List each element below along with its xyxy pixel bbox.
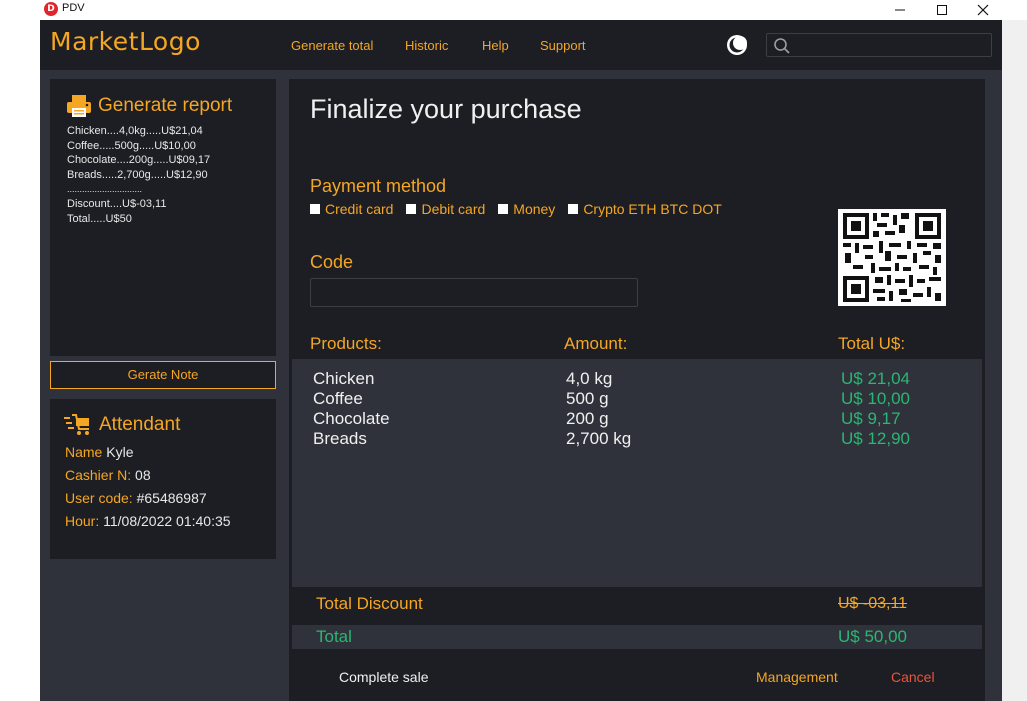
checkbox[interactable]: [310, 204, 320, 214]
payment-option-label: Credit card: [325, 201, 394, 217]
report-line: Total.....U$50: [67, 212, 132, 225]
attendant-hour-label: Hour:: [65, 513, 100, 529]
attendant-panel: Attendant Name Kyle Cashier N: 08 User c…: [50, 399, 276, 559]
attendant-hour: Hour: 11/08/2022 01:40:35: [65, 513, 231, 529]
qr-code-icon: [838, 209, 946, 306]
discount-value: U$ -03,11: [838, 595, 908, 612]
total-row: Total U$ 50,00: [292, 625, 982, 649]
total-header: Total U$:: [838, 334, 906, 353]
product-name: Chicken: [313, 369, 375, 388]
products-header: Products:: [310, 334, 382, 353]
product-total: U$ 10,00: [841, 389, 910, 408]
checkbox[interactable]: [498, 204, 509, 214]
checkbox[interactable]: [406, 204, 417, 214]
report-line: Chicken....4,0kg.....U$21,04: [67, 125, 203, 137]
gerate-note-button[interactable]: Gerate Note: [50, 361, 276, 389]
maximize-icon: [937, 5, 947, 15]
minimize-button[interactable]: [880, 0, 920, 20]
nav-help[interactable]: Help: [482, 38, 509, 53]
attendant-cashier-label: Cashier N:: [65, 467, 132, 483]
product-amount: 4,0 kg: [566, 369, 613, 388]
attendant-name: Name Kyle: [65, 444, 133, 460]
moon-icon[interactable]: [725, 33, 749, 57]
payment-option-label: Money: [513, 201, 556, 217]
report-line: Chocolate....200g.....U$09,17: [67, 154, 211, 167]
app-icon: D: [44, 2, 58, 16]
page-title: Finalize your purchase: [310, 94, 582, 124]
printer-icon: [67, 95, 91, 117]
attendant-name-value: Kyle: [106, 444, 134, 460]
product-names: Chicken Coffee Chocolate Breads: [313, 369, 390, 449]
code-input[interactable]: [310, 278, 638, 307]
product-total: U$ 12,90: [841, 429, 910, 448]
attendant-user-code-value: #65486987: [136, 490, 207, 506]
window-title: PDV: [62, 2, 85, 14]
product-amount: 2,700 kg: [566, 429, 632, 448]
payment-options: Credit card Debit card Money Crypto ETH …: [310, 201, 722, 217]
product-amounts: 4,0 kg 500 g 200 g 2,700 kg: [566, 369, 631, 449]
attendant-user-code: User code: #65486987: [65, 490, 207, 506]
management-button[interactable]: Management: [756, 669, 838, 685]
report-title: Generate report: [98, 95, 233, 116]
attendant-title: Attendant: [99, 414, 181, 435]
report-lines: Chicken....4,0kg.....U$21,04 Coffee.....…: [67, 124, 210, 226]
search-icon: [774, 38, 790, 54]
total-label: Total: [316, 627, 352, 646]
title-bar: D PDV: [0, 0, 1027, 20]
attendant-hour-value: 11/08/2022 01:40:35: [103, 513, 231, 529]
market-logo[interactable]: MarketLogo: [50, 27, 201, 56]
purchase-panel: Finalize your purchase Payment method Cr…: [289, 79, 985, 701]
products-list: Chicken Coffee Chocolate Breads 4,0 kg 5…: [292, 359, 982, 587]
nav-support[interactable]: Support: [540, 38, 586, 53]
payment-option-money[interactable]: Money: [498, 201, 555, 217]
attendant-cashier: Cashier N: 08: [65, 467, 151, 483]
report-panel: Generate report Chicken....4,0kg.....U$2…: [50, 79, 276, 356]
product-total: U$ 21,04: [841, 369, 910, 388]
payment-option-crypto[interactable]: Crypto ETH BTC DOT: [568, 201, 722, 217]
attendant-user-code-label: User code:: [65, 490, 133, 506]
payment-method-label: Payment method: [310, 176, 447, 196]
product-totals: U$ 21,04 U$ 10,00 U$ 9,17 U$ 12,90: [841, 369, 910, 449]
discount-row: Total Discount U$ -03,11: [292, 590, 982, 620]
nav-generate-total[interactable]: Generate total: [291, 38, 373, 53]
search-input[interactable]: [797, 36, 987, 54]
product-amount: 500 g: [566, 389, 609, 408]
complete-sale-button[interactable]: Complete sale: [339, 669, 429, 685]
product-amount: 200 g: [566, 409, 609, 428]
nav-historic[interactable]: Historic: [405, 38, 448, 53]
report-separator: ..............................: [67, 184, 143, 195]
attendant-name-label: Name: [65, 444, 103, 460]
payment-option-credit-card[interactable]: Credit card: [310, 201, 393, 217]
top-bar: MarketLogo Generate total Historic Help …: [40, 20, 1002, 70]
checkbox[interactable]: [568, 204, 579, 214]
report-line: Breads.....2,700g.....U$12,90: [67, 168, 208, 181]
report-line: Coffee.....500g.....U$10,00: [67, 139, 196, 152]
close-button[interactable]: [963, 0, 1003, 20]
right-background: [1002, 20, 1027, 701]
code-label: Code: [310, 252, 354, 272]
payment-option-label: Debit card: [421, 201, 486, 217]
discount-label: Total Discount: [316, 594, 423, 613]
attendant-cashier-value: 08: [135, 467, 151, 483]
minimize-icon: [895, 9, 905, 11]
cancel-button[interactable]: Cancel: [891, 669, 935, 685]
report-line: Discount....U$-03,11: [67, 197, 167, 210]
close-icon: [977, 4, 989, 16]
amount-header: Amount:: [564, 334, 628, 353]
cart-icon: [64, 414, 89, 435]
payment-option-label: Crypto ETH BTC DOT: [583, 201, 722, 217]
product-name: Chocolate: [313, 409, 390, 428]
product-name: Coffee: [313, 389, 363, 408]
search-box[interactable]: [766, 33, 992, 57]
product-name: Breads: [313, 429, 367, 448]
product-total: U$ 9,17: [841, 409, 901, 428]
app-window: MarketLogo Generate total Historic Help …: [40, 20, 1002, 701]
total-value: U$ 50,00: [838, 627, 907, 646]
payment-option-debit-card[interactable]: Debit card: [406, 201, 485, 217]
maximize-button[interactable]: [922, 0, 962, 20]
